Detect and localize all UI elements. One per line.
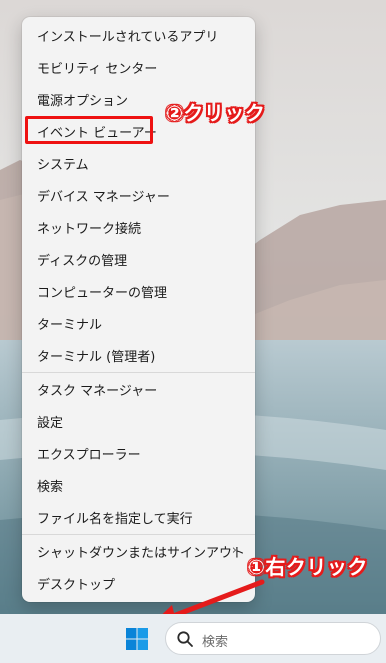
menu-separator xyxy=(22,372,255,373)
menu-item-shutdown-signout[interactable]: シャットダウンまたはサインアウト › xyxy=(26,536,251,566)
menu-item-label: ターミナル (管理者) xyxy=(37,349,156,365)
chevron-right-icon: › xyxy=(231,543,237,558)
menu-item-device-manager[interactable]: デバイス マネージャー xyxy=(26,180,251,210)
search-placeholder: 検索 xyxy=(202,635,229,650)
menu-item-system[interactable]: システム xyxy=(26,148,251,178)
menu-separator xyxy=(22,534,255,535)
menu-item-label: デバイス マネージャー xyxy=(37,189,170,205)
menu-item-label: タスク マネージャー xyxy=(37,383,158,399)
menu-item-disk-management[interactable]: ディスクの管理 xyxy=(26,244,251,274)
menu-item-computer-management[interactable]: コンピューターの管理 xyxy=(26,276,251,306)
annotation-step2-click: ②クリック xyxy=(166,101,266,125)
menu-item-terminal[interactable]: ターミナル xyxy=(26,308,251,338)
menu-item-label: ターミナル xyxy=(37,317,103,333)
menu-item-search[interactable]: 検索 xyxy=(26,470,251,500)
menu-item-file-explorer[interactable]: エクスプローラー xyxy=(26,438,251,468)
annotation-step1-right-click: ①右クリック xyxy=(248,555,368,579)
menu-item-label: ネットワーク接続 xyxy=(37,221,142,237)
menu-item-label: 設定 xyxy=(37,415,64,431)
menu-item-network-connections[interactable]: ネットワーク接続 xyxy=(26,212,251,242)
menu-item-settings[interactable]: 設定 xyxy=(26,406,251,436)
menu-item-installed-apps[interactable]: インストールされているアプリ xyxy=(26,20,251,50)
search-icon xyxy=(177,631,193,647)
taskbar-search-box[interactable]: 検索 xyxy=(165,622,381,655)
windows-logo-icon xyxy=(126,628,148,650)
menu-item-task-manager[interactable]: タスク マネージャー xyxy=(26,374,251,404)
highlight-event-viewer xyxy=(25,116,153,144)
menu-item-label: デスクトップ xyxy=(37,577,116,593)
menu-item-label: ファイル名を指定して実行 xyxy=(37,511,193,527)
menu-item-label: インストールされているアプリ xyxy=(37,29,219,45)
menu-item-label: システム xyxy=(37,157,89,173)
menu-item-label: コンピューターの管理 xyxy=(37,285,168,301)
menu-item-label: エクスプローラー xyxy=(37,447,141,463)
menu-item-run[interactable]: ファイル名を指定して実行 xyxy=(26,502,251,532)
menu-item-desktop[interactable]: デスクトップ xyxy=(26,568,251,598)
menu-item-label: 検索 xyxy=(37,479,64,495)
menu-item-label: 電源オプション xyxy=(37,93,129,109)
menu-item-terminal-admin[interactable]: ターミナル (管理者) xyxy=(26,340,251,370)
taskbar: 検索 xyxy=(0,614,386,663)
start-button[interactable] xyxy=(125,627,149,651)
menu-item-label: ディスクの管理 xyxy=(37,253,128,269)
menu-item-label: モビリティ センター xyxy=(37,61,158,77)
menu-item-mobility-center[interactable]: モビリティ センター xyxy=(26,52,251,82)
menu-item-label: シャットダウンまたはサインアウト xyxy=(37,545,246,561)
